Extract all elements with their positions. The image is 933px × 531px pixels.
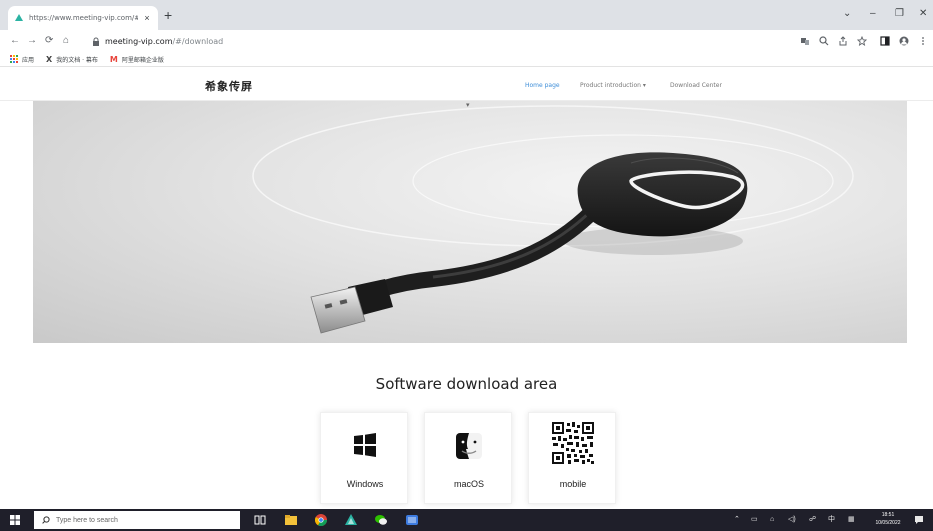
menu-kebab-icon[interactable] [918,36,928,46]
download-label: macOS [453,479,484,489]
qr-code-icon [551,421,595,465]
download-card-windows[interactable]: Windows [320,412,408,504]
wechat-icon[interactable] [375,514,387,526]
scroll-down-caret-icon[interactable]: ▾ [466,102,470,109]
site-favicon-icon [15,14,23,21]
side-panel-icon[interactable] [880,36,890,46]
reload-button[interactable]: ⟳ [45,35,53,47]
bookmark-mubu[interactable]: X 我的文档 · 幕布 [46,55,98,64]
tray-input-language[interactable]: 中 [828,516,835,524]
app-teal-icon[interactable] [345,514,357,526]
bookmark-aliyun-mail[interactable]: M 阿里邮箱企业版 [110,55,164,64]
finder-logo-icon [456,433,482,459]
lock-icon [93,37,99,46]
tray-show-hidden-icon[interactable]: ⌃ [734,516,740,524]
nav-home-page[interactable]: Home page [525,82,560,89]
address-bar[interactable]: meeting-vip.com /#/download [92,33,782,49]
translate-icon[interactable] [800,36,810,46]
section-title: Software download area [375,375,558,393]
notification-center-icon[interactable] [914,515,924,525]
download-card-mobile[interactable]: mobile [528,412,616,504]
clock-time: 18:51 [881,512,895,518]
tray-app-icon[interactable]: ☍ [809,516,816,524]
back-button[interactable]: ← [10,35,20,47]
bookmark-apps[interactable]: 应用 [10,55,34,64]
bookmark-label: 阿里邮箱企业版 [121,56,164,64]
close-window-button[interactable]: ✕ [919,8,927,20]
site-brand-logo[interactable]: 希象传屏 [205,78,253,94]
chrome-icon[interactable] [315,514,327,526]
minimize-button[interactable]: – [870,8,876,20]
hero-banner-image [33,101,907,343]
download-card-macos[interactable]: macOS [424,412,512,504]
tray-battery-icon[interactable]: ▭ [751,516,758,524]
usb-dongle-illustration [252,105,854,334]
url-host: meeting-vip.com [105,36,173,46]
nav-download-center[interactable]: Download Center [670,82,722,89]
nav-product-introduction[interactable]: Product introduction ▾ [580,82,646,89]
home-button[interactable]: ⌂ [63,35,69,47]
tray-keyboard-icon[interactable]: ▦ [848,516,855,524]
share-icon[interactable] [838,36,848,46]
taskbar-search-box[interactable]: Type here to search [34,511,240,529]
start-windows-icon[interactable] [10,515,20,525]
browser-tab-strip: https://www.meeting-vip.com/#/do × + ⌄ –… [0,0,933,30]
tray-volume-icon[interactable]: ◁) [788,516,796,524]
profile-avatar-icon[interactable] [899,36,909,46]
forward-button[interactable]: → [27,35,37,47]
bookmarks-bar: 应用 X 我的文档 · 幕布 M 阿里邮箱企业版 [0,52,933,67]
browser-toolbar: ← → ⟳ ⌂ meeting-vip.com /#/download [0,30,933,52]
download-label: mobile [559,479,587,489]
x-bookmark-icon: X [46,54,53,64]
bookmark-star-icon[interactable] [857,36,867,46]
bookmark-label: 我的文档 · 幕布 [56,56,98,64]
windows-logo-icon [354,433,376,457]
taskbar-clock[interactable]: 18:51 10/05/2022 [868,511,908,527]
search-placeholder: Type here to search [56,516,118,524]
tab-close-icon[interactable]: × [142,13,152,23]
bookmark-label: 应用 [22,56,35,64]
zoom-icon[interactable] [819,36,829,46]
browser-tab[interactable]: https://www.meeting-vip.com/#/do × [8,6,158,30]
tab-search-icon[interactable]: ⌄ [843,8,851,20]
download-label: Windows [346,479,384,489]
restore-button[interactable]: ❐ [895,8,904,20]
apps-grid-icon [10,55,18,63]
app-blue-icon[interactable] [406,514,418,526]
site-header: 希象传屏 Home page Product introduction ▾ Do… [0,67,933,101]
file-explorer-icon[interactable] [285,514,297,526]
mail-m-icon: M [109,54,118,64]
windows-taskbar: Type here to search ⌃ ▭ ⌂ ◁) ☍ 中 ▦ 18:51… [0,509,933,531]
url-path: /#/download [172,36,224,46]
tab-title: https://www.meeting-vip.com/#/do [29,14,138,22]
search-icon [42,516,50,524]
tray-network-icon[interactable]: ⌂ [770,516,774,524]
task-view-icon[interactable] [254,514,266,526]
clock-date: 10/05/2022 [875,520,901,526]
new-tab-button[interactable]: + [164,8,172,22]
